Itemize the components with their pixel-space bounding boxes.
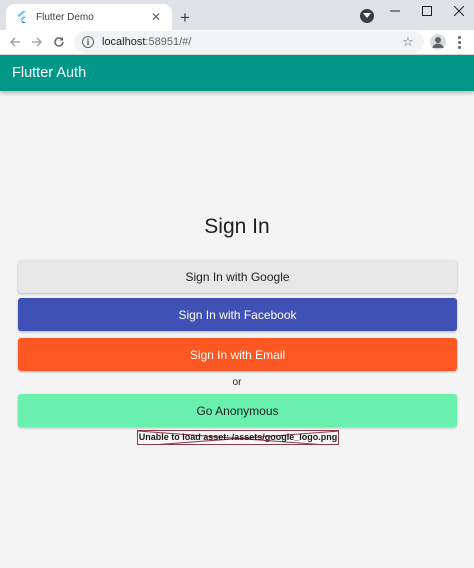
window-close-icon[interactable] — [444, 0, 474, 22]
asset-error-placeholder: Unable to load asset: /assets/google_log… — [137, 430, 339, 445]
anonymous-signin-label: Go Anonymous — [196, 403, 279, 418]
profile-avatar-icon[interactable] — [430, 34, 446, 50]
facebook-signin-button[interactable]: Sign In with Facebook — [18, 298, 457, 331]
maximize-icon[interactable] — [412, 0, 442, 22]
browser-tabstrip: Flutter Demo ✕ + — [0, 0, 474, 30]
back-arrow-icon[interactable] — [6, 33, 24, 51]
asset-error-message: Unable to load asset: /assets/google_log… — [138, 432, 338, 442]
browser-toolbar: i localhost:58951/#/ ☆ — [0, 30, 474, 54]
site-info-icon[interactable]: i — [82, 36, 94, 48]
forward-arrow-icon[interactable] — [28, 33, 46, 51]
tab-title: Flutter Demo — [36, 11, 94, 23]
app-bar: Flutter Auth — [0, 55, 474, 91]
email-signin-button[interactable]: Sign In with Email — [18, 338, 457, 371]
bookmark-star-icon[interactable]: ☆ — [400, 34, 416, 50]
browser-tab[interactable]: Flutter Demo ✕ — [6, 4, 172, 30]
tab-search-icon[interactable] — [360, 9, 374, 23]
minimize-icon[interactable] — [380, 0, 410, 22]
email-signin-label: Sign In with Email — [189, 347, 286, 362]
flutter-favicon-icon — [16, 11, 28, 23]
app-viewport: Flutter Auth Sign In Sign In with Google… — [0, 55, 474, 568]
url-text[interactable]: localhost:58951/#/ — [102, 36, 400, 48]
page-title: Sign In — [204, 215, 270, 238]
or-separator: or — [232, 377, 242, 388]
google-signin-label: Sign In with Google — [185, 269, 290, 284]
app-bar-title: Flutter Auth — [12, 65, 87, 81]
facebook-signin-label: Sign In with Facebook — [178, 307, 297, 322]
address-bar[interactable]: i localhost:58951/#/ ☆ — [74, 31, 424, 53]
browser-menu-icon[interactable] — [452, 34, 466, 50]
google-signin-button[interactable]: Sign In with Google — [18, 260, 457, 293]
reload-icon[interactable] — [50, 33, 68, 51]
new-tab-plus-icon[interactable]: + — [176, 8, 194, 26]
tab-close-icon[interactable]: ✕ — [148, 9, 164, 25]
anonymous-signin-button[interactable]: Go Anonymous — [18, 394, 457, 427]
